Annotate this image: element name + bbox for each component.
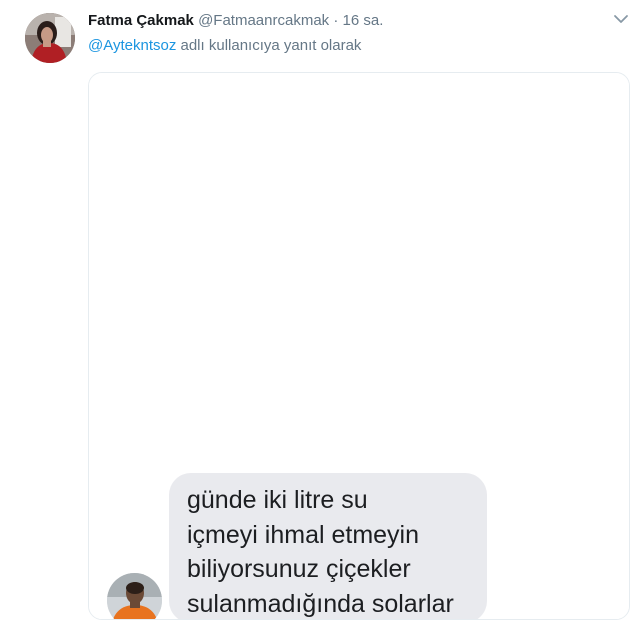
sender-avatar bbox=[107, 573, 162, 619]
tweet[interactable]: Fatma Çakmak @Fatmaanrcakmak · 16 sa. @A… bbox=[0, 0, 635, 625]
message-line: biliyorsunuz çiçekler bbox=[187, 555, 411, 583]
avatar[interactable] bbox=[25, 13, 75, 63]
reply-mention-link[interactable]: @Aytekntsoz bbox=[88, 37, 176, 54]
message-screenshot: günde iki litre su içmeyi ihmal etmeyin … bbox=[89, 73, 629, 619]
chevron-down-icon[interactable] bbox=[613, 12, 629, 26]
display-name[interactable]: Fatma Çakmak bbox=[88, 12, 194, 29]
separator-dot: · bbox=[333, 12, 339, 29]
tweet-header: Fatma Çakmak @Fatmaanrcakmak · 16 sa. bbox=[88, 11, 595, 31]
sender-photo bbox=[107, 573, 162, 619]
user-handle[interactable]: @Fatmaanrcakmak bbox=[198, 12, 329, 29]
message-line: günde iki litre su bbox=[187, 486, 368, 514]
message-bubble: günde iki litre su içmeyi ihmal etmeyin … bbox=[169, 473, 487, 619]
avatar-photo bbox=[25, 13, 75, 63]
reply-context-text: adlı kullanıcıya yanıt olarak bbox=[180, 37, 362, 54]
tweet-media[interactable]: günde iki litre su içmeyi ihmal etmeyin … bbox=[88, 72, 630, 620]
message-line: sulanmadığında solarlar bbox=[187, 589, 454, 618]
reply-context: @Aytekntsoz adlı kullanıcıya yanıt olara… bbox=[88, 36, 361, 56]
timestamp[interactable]: 16 sa. bbox=[343, 12, 384, 29]
message-line: içmeyi ihmal etmeyin bbox=[187, 520, 420, 549]
